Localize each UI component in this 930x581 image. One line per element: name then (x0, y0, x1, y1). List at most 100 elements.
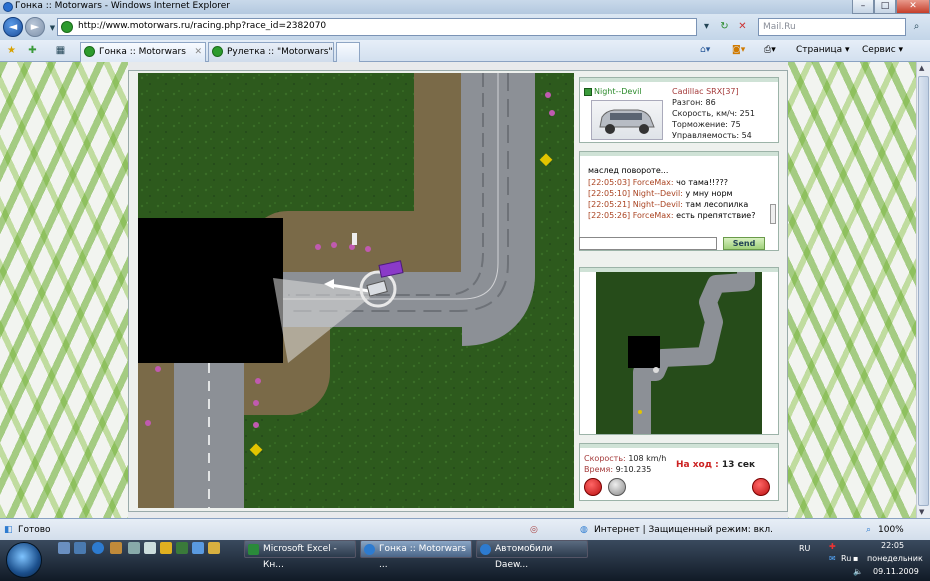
quick-tabs-icon[interactable]: ▦ (52, 42, 69, 60)
taskbar: Microsoft Excel - Кн... Гонка :: Motorwa… (0, 540, 930, 581)
internet-explorer-icon (3, 2, 13, 12)
quicklaunch-app-icon[interactable] (208, 542, 220, 554)
popup-blocker-icon[interactable]: ◎ (530, 525, 538, 535)
service-menu-label: Сервис (862, 45, 896, 55)
window-title-bar: Гонка :: Motorwars - Windows Internet Ex… (0, 0, 930, 14)
taskbar-racing[interactable]: Гонка :: Motorwars ... (360, 540, 472, 570)
page-menu[interactable]: Страница ▾ (796, 45, 850, 55)
taskbar-item-label: Microsoft Excel - Кн... (263, 544, 337, 570)
stat-handling: Управляемость: 54 (672, 131, 752, 140)
forward-button[interactable]: ► (25, 17, 45, 37)
maximize-button[interactable]: □ (874, 0, 896, 14)
scroll-up-icon[interactable]: ▲ (919, 64, 924, 72)
stop-icon[interactable]: ✕ (734, 18, 751, 36)
tray-app-icon[interactable]: ✚ (829, 542, 836, 551)
quicklaunch-app-icon[interactable] (110, 542, 122, 554)
search-icon[interactable]: ⌕ (908, 18, 925, 36)
quicklaunch-app-icon[interactable] (176, 542, 188, 554)
quicklaunch-app-icon[interactable] (160, 542, 172, 554)
player-nick[interactable]: Night--Devil (594, 87, 642, 96)
right-decoration (788, 62, 916, 518)
car-info-box: Night--Devil Cadillac SRX[37] Разгон: 86… (579, 77, 779, 143)
race-track-map[interactable] (138, 73, 574, 508)
home-icon[interactable]: ⌂▾ (700, 45, 710, 55)
quit-race-icon[interactable] (752, 478, 770, 496)
site-favicon (84, 46, 95, 57)
speed-readout: Скорость: 108 km/h (584, 454, 667, 463)
close-button[interactable]: ✕ (896, 0, 930, 14)
clock-time[interactable]: 22:05 (881, 541, 904, 550)
player-rank-icon (584, 88, 592, 96)
chat-line: [22:05:03] ForceMax: чо тама!!??? (588, 178, 728, 187)
show-desktop-icon[interactable] (58, 542, 70, 554)
quicklaunch-app-icon[interactable] (144, 542, 156, 554)
chat-line: [22:05:26] ForceMax: есть препятствие? (588, 211, 756, 220)
network-icon[interactable]: ✉ (829, 554, 836, 563)
stat-braking: Торможение: 75 (672, 120, 741, 129)
address-field[interactable]: http://www.motorwars.ru/racing.php?race_… (57, 18, 697, 36)
start-button[interactable] (6, 542, 42, 578)
minimap-box (579, 267, 779, 435)
site-favicon (212, 46, 223, 57)
chat-scrollbar[interactable] (770, 204, 776, 224)
brake-button-icon[interactable] (608, 478, 626, 496)
site-favicon (61, 21, 73, 33)
switch-windows-icon[interactable] (74, 542, 86, 554)
chat-line: [22:05:10] Night--Devil: у мну норм (588, 189, 733, 198)
car-image (591, 100, 663, 140)
input-language[interactable]: RU (799, 544, 810, 553)
quicklaunch-app-icon[interactable] (128, 542, 140, 554)
taskbar-excel[interactable]: Microsoft Excel - Кн... (244, 540, 356, 570)
favorites-star-icon[interactable]: ★ (3, 42, 20, 60)
feeds-icon[interactable]: ◙▾ (732, 45, 745, 55)
service-menu[interactable]: Сервис ▾ (862, 45, 903, 55)
close-tab-icon[interactable]: ✕ (194, 43, 202, 61)
left-decoration (0, 62, 128, 518)
minimize-button[interactable]: – (852, 0, 874, 14)
clock-date: 09.11.2009 (873, 567, 919, 576)
tab-racing[interactable]: Гонка :: Motorwars ✕ (80, 42, 206, 62)
page-content: Night--Devil Cadillac SRX[37] Разгон: 86… (0, 62, 916, 518)
clock-day: понедельник (867, 554, 923, 563)
internet-zone-icon: ◍ (580, 525, 588, 535)
search-input[interactable]: Mail.Ru (758, 18, 906, 36)
add-favorites-icon[interactable]: ✚ (24, 42, 41, 60)
volume-icon[interactable]: 🔈 (853, 567, 863, 576)
go-dropdown-icon[interactable]: ▾ (698, 18, 715, 36)
chat-line: [22:05:21] Night--Devil: там лесопилка (588, 200, 749, 209)
internet-explorer-icon (364, 544, 375, 555)
refresh-icon[interactable]: ↻ (716, 18, 733, 36)
excel-icon (248, 544, 259, 555)
url-text: http://www.motorwars.ru/racing.php?race_… (78, 21, 327, 31)
print-icon[interactable]: ⎙▾ (764, 45, 776, 55)
status-text: Готово (18, 525, 51, 535)
chat-input[interactable] (579, 237, 717, 250)
stat-speed: Скорость, км/ч: 251 (672, 109, 755, 118)
tray-language[interactable]: Ru (841, 554, 851, 563)
window-title: Гонка :: Motorwars - Windows Internet Ex… (15, 1, 230, 11)
internet-explorer-icon[interactable] (92, 542, 104, 554)
page-scrollbar[interactable]: ▲ ▼ (916, 62, 930, 518)
quicklaunch-app-icon[interactable] (192, 542, 204, 554)
scroll-down-icon[interactable]: ▼ (919, 508, 924, 516)
tray-app-icon[interactable]: ▪ (853, 554, 858, 563)
taskbar-daewoo[interactable]: Автомобили Daew... (476, 540, 588, 570)
tab-roulette[interactable]: Рулетка :: "Motorwars" (208, 42, 334, 62)
send-button[interactable]: Send (723, 237, 765, 250)
turn-timer: На ход : 13 сек (676, 460, 756, 470)
race-info-box: Скорость: 108 km/h Время: 9:10.235 На хо… (579, 443, 779, 501)
chat-line: маслед повороте... (588, 166, 669, 175)
page-menu-label: Страница (796, 45, 843, 55)
back-button[interactable]: ◄ (3, 17, 23, 37)
chat-box: маслед повороте... [22:05:03] ForceMax: … (579, 151, 779, 251)
zoom-level[interactable]: 100% (878, 525, 904, 535)
player-car: Cadillac SRX[37] (672, 87, 739, 96)
internet-explorer-icon (480, 544, 491, 555)
zoom-icon[interactable]: ⌕ (866, 525, 871, 535)
nitro-button-icon[interactable] (584, 478, 602, 496)
scroll-thumb[interactable] (918, 76, 929, 506)
new-tab-button[interactable] (336, 42, 360, 62)
security-zone[interactable]: Интернет | Защищенный режим: вкл. (594, 525, 773, 535)
track-svg (138, 73, 574, 508)
taskbar-item-label: Гонка :: Motorwars ... (379, 544, 466, 570)
